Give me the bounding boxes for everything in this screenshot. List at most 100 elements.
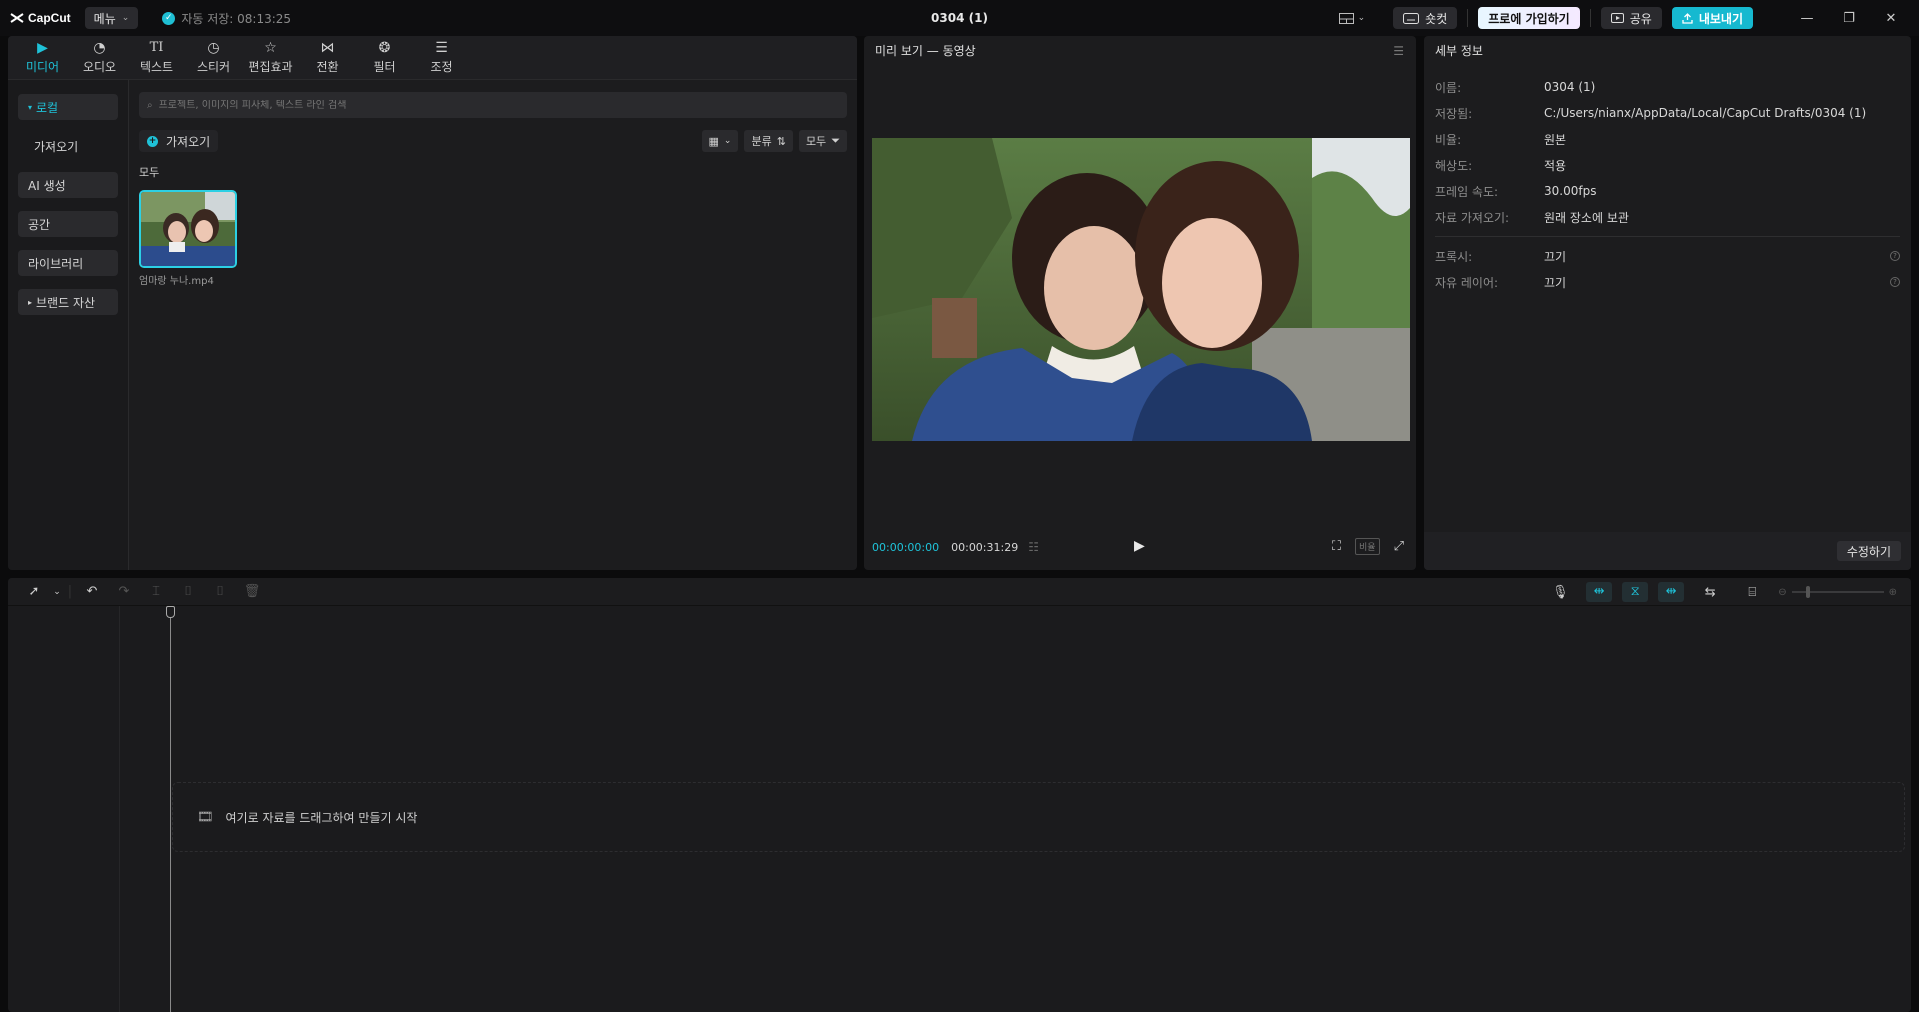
search-box[interactable]: ⌕ [139, 92, 847, 118]
zoom-out-icon[interactable]: ⊖ [1778, 587, 1786, 598]
sidebar-item-brand-assets[interactable]: ▸ 브랜드 자산 [18, 289, 118, 315]
close-icon[interactable]: ✕ [1875, 11, 1907, 26]
modify-button[interactable]: 수정하기 [1836, 541, 1901, 561]
detail-label: 해상도: [1435, 158, 1473, 173]
tab-media[interactable]: ▶︎ 미디어 [14, 37, 71, 79]
share-label: 공유 [1629, 11, 1652, 26]
play-icon[interactable]: ▶ [1134, 538, 1145, 554]
timeline-settings-icon[interactable]: ⌸ [1736, 585, 1768, 600]
zoom-in-icon[interactable]: ⊕ [1889, 587, 1897, 598]
auto-snap-icon[interactable]: ⧖ [1622, 582, 1649, 602]
preview-axis-icon[interactable]: ⇆ [1694, 585, 1726, 600]
sidebar-item-ai-generate[interactable]: AI 생성 [18, 172, 118, 198]
tab-label: 미디어 [25, 60, 60, 74]
sort-icon: ⇅ [776, 134, 786, 148]
trim-left-icon[interactable]: ⌷ [172, 584, 204, 599]
tab-audio[interactable]: ◔ 오디오 [71, 37, 128, 79]
fullscreen-icon[interactable]: ⤢ [1394, 539, 1404, 554]
share-button[interactable]: 공유 [1600, 7, 1662, 29]
import-button[interactable]: + 가져오기 [139, 130, 219, 152]
sticker-icon: ◷ [207, 40, 220, 56]
ratio-button[interactable]: 비율 [1355, 538, 1380, 555]
tab-adjust[interactable]: ☰ 조정 [413, 37, 470, 79]
split-icon[interactable]: ⌶ [140, 584, 172, 599]
detail-row-framerate: 프레임 속도: 30.00fps [1435, 178, 1900, 204]
sidebar-item-local[interactable]: ▾ 로컬 [18, 94, 118, 120]
tab-transition[interactable]: ⋈ 전환 [299, 37, 356, 79]
autosave-status: ✓ 자동 저장: 08:13:25 [162, 10, 291, 27]
sidebar-item-space[interactable]: 공간 [18, 211, 118, 237]
tab-sticker[interactable]: ◷ 스티커 [185, 37, 242, 79]
tab-effects[interactable]: ☆ 편집효과 [242, 37, 299, 79]
sort-button[interactable]: 분류 ⇅ [744, 130, 793, 152]
track-header-column [8, 606, 120, 1012]
hamburger-menu-icon[interactable]: ☰ [1393, 44, 1404, 58]
video-preview[interactable] [872, 138, 1410, 441]
sidebar-item-library[interactable]: 라이브러리 [18, 250, 118, 276]
details-body: 이름: 0304 (1) 저장됨: C:/Users/nianx/AppData… [1424, 64, 1911, 305]
logo-text: CapCut [28, 11, 71, 25]
view-mode-button[interactable]: ▦ ⌄ [701, 130, 739, 152]
delete-icon[interactable]: 🗑 [236, 584, 268, 599]
pro-signup-button[interactable]: 프로에 가입하기 [1478, 7, 1580, 29]
filter-label: 모두 [805, 135, 827, 148]
timeline-toolbar: ➚ ⌄ | ↶ ↷ ⌶ ⌷ ⌷ 🗑 🎙 ⇹ ⧖ ⇹ ⇆ ⌸ ⊖ ⊕ [8, 578, 1911, 606]
drop-hint-text: 여기로 자료를 드래그하여 만들기 시작 [225, 810, 418, 825]
layout-icon [1338, 12, 1354, 24]
zoom-slider-handle[interactable] [1805, 586, 1810, 598]
detail-value: 끄기 [1544, 275, 1567, 290]
chevron-down-icon[interactable]: ⌄ [50, 587, 64, 597]
minimize-icon[interactable]: — [1791, 11, 1823, 26]
timeline-track-area[interactable]: 🎞 여기로 자료를 드래그하여 만들기 시작 [8, 606, 1911, 1012]
tab-text[interactable]: TI 텍스트 [128, 37, 185, 79]
audio-icon: ◔ [93, 40, 106, 56]
media-tools: ▦ ⌄ 분류 ⇅ 모두 ⏷ [701, 130, 847, 152]
zoom-control: ⊖ ⊕ [1778, 586, 1897, 598]
filter-button[interactable]: 모두 ⏷ [798, 130, 847, 152]
select-cursor-icon[interactable]: ➚ [18, 584, 50, 599]
media-content: ⌕ + 가져오기 ▦ ⌄ 분류 ⇅ [129, 80, 857, 570]
main-track-magnet-icon[interactable]: ⇹ [1586, 582, 1613, 602]
chevron-down-icon: ⌄ [723, 136, 732, 146]
chevron-down-icon: ⌄ [121, 13, 130, 23]
help-icon[interactable]: ? [1890, 277, 1900, 287]
restore-icon[interactable]: ❐ [1833, 11, 1865, 26]
trim-right-icon[interactable]: ⌷ [204, 584, 236, 599]
detail-row-name: 이름: 0304 (1) [1435, 74, 1900, 100]
zoom-slider[interactable] [1791, 586, 1884, 598]
export-button[interactable]: 내보내기 [1671, 7, 1753, 29]
timeline-drop-zone[interactable]: 🎞 여기로 자료를 드래그하여 만들기 시작 [172, 782, 1905, 852]
sidebar-item-import[interactable]: 가져오기 [18, 133, 118, 159]
preview-header: 미리 보기 — 동영상 ☰ [864, 36, 1416, 64]
export-label: 내보내기 [1698, 11, 1743, 26]
shortcut-button[interactable]: 숏컷 [1393, 7, 1458, 29]
timeline-grid-icon[interactable]: ☷ [1028, 540, 1039, 554]
detail-value: 끄기 [1544, 249, 1567, 264]
layout-button[interactable]: ⌄ [1338, 12, 1365, 24]
screenshot-icon[interactable]: ⛶ [1332, 539, 1341, 554]
title-bar: CapCut 메뉴 ⌄ ✓ 자동 저장: 08:13:25 0304 (1) ⌄… [0, 0, 1919, 36]
sidebar-item-label: 브랜드 자산 [36, 295, 96, 310]
tab-filter[interactable]: ❂ 필터 [356, 37, 413, 79]
media-panel: ▶︎ 미디어 ◔ 오디오 TI 텍스트 ◷ 스티커 ☆ 편집효과 ⋈ 전환 ❂ … [8, 36, 857, 570]
tab-label: 오디오 [82, 60, 117, 74]
microphone-icon[interactable]: 🎙 [1544, 585, 1576, 600]
playhead-line[interactable] [170, 606, 171, 1012]
help-icon[interactable]: ? [1890, 251, 1900, 261]
linkage-icon[interactable]: ⇹ [1658, 582, 1685, 602]
preview-title: 미리 보기 — 동영상 [875, 43, 976, 58]
filter-icon: ❂ [378, 40, 391, 56]
import-row: + 가져오기 ▦ ⌄ 분류 ⇅ 모두 ⏷ [139, 130, 847, 152]
search-input[interactable] [158, 99, 679, 111]
redo-icon[interactable]: ↷ [108, 584, 140, 599]
menu-label: 메뉴 [93, 11, 116, 26]
menu-button[interactable]: 메뉴 ⌄ [84, 7, 139, 29]
undo-icon[interactable]: ↶ [76, 584, 108, 599]
video-frame-image [872, 138, 1410, 441]
playhead-handle[interactable] [166, 606, 175, 618]
caret-down-icon: ▾ [28, 102, 33, 112]
check-icon: ✓ [162, 11, 176, 25]
divider [1435, 236, 1900, 237]
media-clip-thumbnail[interactable] [139, 190, 237, 268]
detail-label: 자유 레이어: [1435, 275, 1499, 290]
